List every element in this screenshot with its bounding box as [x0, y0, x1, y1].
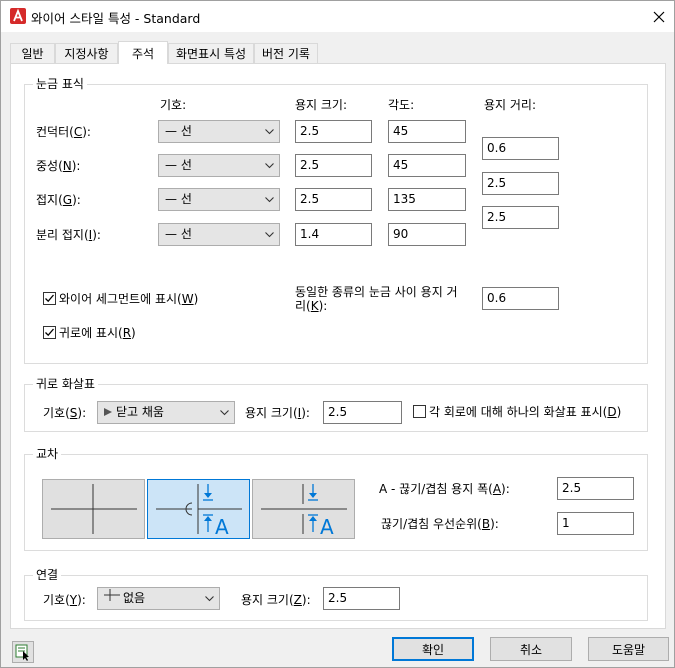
- chevron-down-icon: [263, 224, 275, 245]
- context-help-button[interactable]: [12, 641, 34, 663]
- homerun-arrows-group-title: 귀로 화살표: [33, 377, 99, 391]
- conductor-angle-input[interactable]: 45: [388, 120, 466, 143]
- show-on-wire-segments-label: 와이어 세그먼트에 표시(W): [59, 292, 199, 306]
- ground-angle-input[interactable]: 135: [388, 188, 466, 211]
- tab-designations[interactable]: 지정사항: [55, 43, 118, 63]
- gap-crossing-icon: A: [261, 484, 347, 539]
- isolated-ground-angle-input[interactable]: 90: [388, 223, 466, 246]
- chevron-down-icon: [263, 155, 275, 176]
- chevron-down-icon: [263, 121, 275, 142]
- conductor-symbol-value: — 선: [165, 124, 192, 138]
- connection-symbol-label: 기호(Y):: [43, 593, 86, 607]
- close-icon: [653, 11, 665, 22]
- tick-marks-group-title: 눈금 표식: [33, 77, 87, 91]
- connection-size-input[interactable]: 2.5: [323, 587, 400, 610]
- arrow-symbol-value: 닫고 채움: [116, 405, 164, 419]
- neutral-symbol-value: — 선: [165, 158, 192, 172]
- ground-distance-input[interactable]: 2.5: [482, 206, 559, 229]
- tab-strip: 일반 지정사항 주석 화면표시 특성 버전 기록: [1, 41, 674, 64]
- neutral-symbol-dropdown[interactable]: — 선: [158, 154, 280, 177]
- arrow-size-label: 용지 크기(I):: [245, 406, 310, 420]
- crossing-style-none[interactable]: [42, 479, 145, 539]
- tab-version-history[interactable]: 버전 기록: [254, 43, 318, 63]
- ground-size-input[interactable]: 2.5: [295, 188, 372, 211]
- tab-display-properties[interactable]: 화면표시 특성: [168, 43, 254, 63]
- arrow-symbol-dropdown[interactable]: 닫고 채움: [97, 401, 235, 424]
- connection-size-label: 용지 크기(Z):: [241, 593, 311, 607]
- isolated-ground-symbol-value: — 선: [165, 227, 192, 241]
- neutral-label: 중성(N):: [36, 159, 81, 173]
- neutral-size-input[interactable]: 2.5: [295, 154, 372, 177]
- connection-symbol-dropdown[interactable]: 없음: [97, 587, 220, 610]
- same-type-spacing-label-line2: 리(K):: [295, 299, 328, 313]
- context-help-icon: [15, 644, 29, 661]
- crossings-group-title: 교차: [33, 447, 62, 461]
- column-header-angle: 각도:: [388, 98, 415, 112]
- column-header-symbol: 기호:: [160, 98, 187, 112]
- window-title: 와이어 스타일 특성 - Standard: [31, 11, 201, 26]
- connections-group-title: 연결: [33, 568, 62, 582]
- break-priority-input[interactable]: 1: [557, 512, 634, 535]
- crossing-style-gap[interactable]: A: [252, 479, 355, 539]
- checkmark-icon: [45, 294, 54, 303]
- tab-general[interactable]: 일반: [10, 43, 55, 63]
- show-on-homeruns-checkbox[interactable]: [43, 326, 56, 339]
- column-header-paper-distance: 용지 거리:: [484, 98, 537, 112]
- close-button[interactable]: [644, 1, 674, 32]
- tab-annotation[interactable]: 주석: [118, 41, 168, 64]
- column-header-paper-size: 용지 크기:: [295, 98, 348, 112]
- svg-text:A: A: [215, 515, 229, 538]
- break-priority-label: 끊기/겹침 우선순위(B):: [381, 517, 499, 531]
- ground-symbol-dropdown[interactable]: — 선: [158, 188, 280, 211]
- gap-width-label: A - 끊기/겹침 용지 폭(A):: [379, 482, 510, 496]
- neutral-angle-input[interactable]: 45: [388, 154, 466, 177]
- chevron-down-icon: [203, 588, 215, 609]
- line-cross-icon: [104, 588, 120, 609]
- show-on-wire-segments-checkbox[interactable]: [43, 292, 56, 305]
- break-crossing-icon: A: [156, 484, 242, 539]
- chevron-down-icon: [263, 189, 275, 210]
- svg-text:A: A: [320, 515, 334, 538]
- conductor-label: 컨덕터(C):: [36, 125, 91, 139]
- isolated-ground-size-input[interactable]: 1.4: [295, 223, 372, 246]
- autocad-app-icon: [10, 8, 26, 24]
- isolated-ground-symbol-dropdown[interactable]: — 선: [158, 223, 280, 246]
- ground-symbol-value: — 선: [165, 192, 192, 206]
- chevron-down-icon: [218, 402, 230, 423]
- isolated-ground-label: 분리 접지(I):: [36, 228, 101, 242]
- one-arrow-per-circuit-label: 각 회로에 대해 하나의 화살표 표시(D): [429, 405, 622, 419]
- conductor-distance-input[interactable]: 0.6: [482, 137, 559, 160]
- crossing-style-break[interactable]: A: [147, 479, 250, 539]
- connection-symbol-value: 없음: [123, 591, 146, 605]
- ground-label: 접지(G):: [36, 193, 81, 207]
- plain-crossing-icon: [51, 484, 137, 534]
- same-type-spacing-input[interactable]: 0.6: [482, 287, 559, 310]
- cancel-button[interactable]: 취소: [490, 637, 572, 661]
- help-button[interactable]: 도움말: [588, 637, 669, 661]
- conductor-size-input[interactable]: 2.5: [295, 120, 372, 143]
- title-bar: 와이어 스타일 특성 - Standard: [1, 1, 674, 32]
- one-arrow-per-circuit-checkbox[interactable]: [413, 405, 426, 418]
- gap-width-input[interactable]: 2.5: [557, 477, 634, 500]
- arrow-right-filled-icon: [104, 402, 112, 423]
- show-on-homeruns-label: 귀로에 표시(R): [59, 326, 136, 340]
- same-type-spacing-label-line1: 동일한 종류의 눈금 사이 용지 거: [295, 285, 458, 299]
- neutral-distance-input[interactable]: 2.5: [482, 172, 559, 195]
- wire-style-properties-dialog: 와이어 스타일 특성 - Standard 일반 지정사항 주석 화면표시 특성…: [0, 0, 675, 668]
- conductor-symbol-dropdown[interactable]: — 선: [158, 120, 280, 143]
- checkmark-icon: [45, 328, 54, 337]
- arrow-symbol-label: 기호(S):: [43, 406, 87, 420]
- arrow-size-input[interactable]: 2.5: [323, 401, 402, 424]
- ok-button[interactable]: 확인: [392, 637, 474, 661]
